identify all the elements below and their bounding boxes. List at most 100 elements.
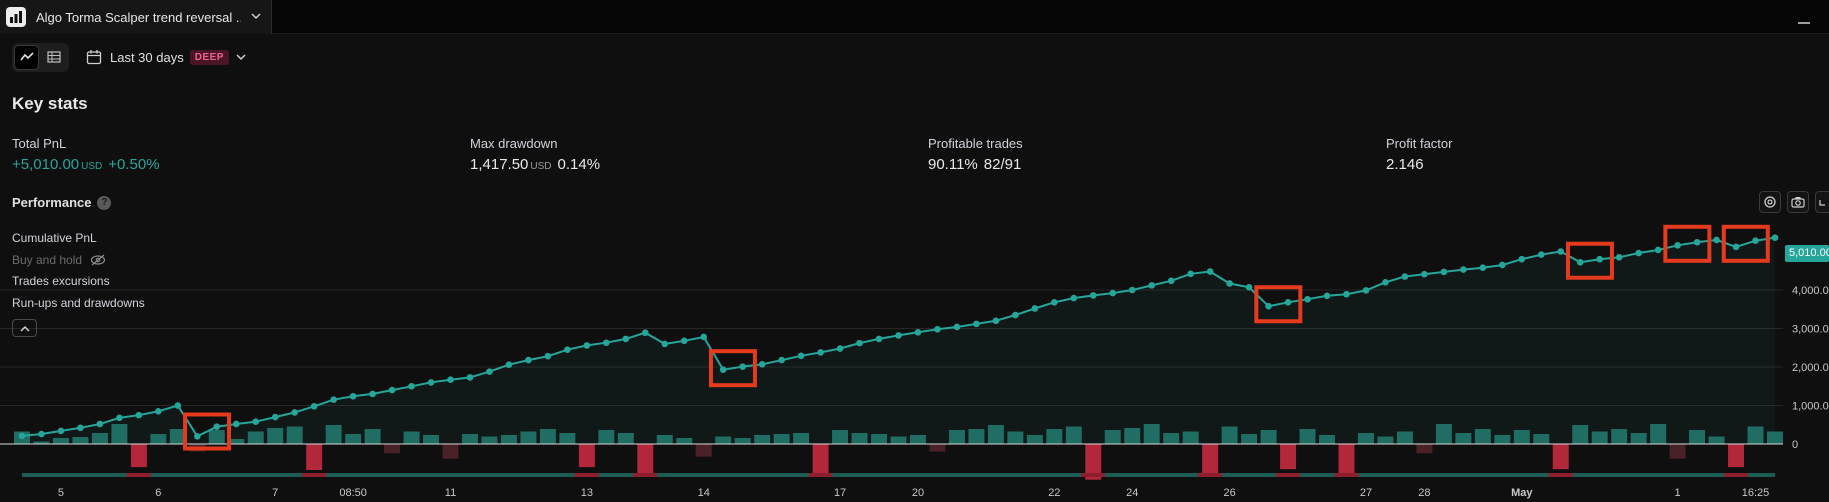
stat-label: Total PnL [12, 136, 67, 151]
strip-mark [1081, 473, 1106, 477]
x-tick-label: 6 [155, 487, 161, 499]
trade-excursions-strip [22, 473, 1775, 477]
pnl-point [1401, 273, 1409, 280]
pnl-point [992, 317, 1000, 325]
pnl-point [1343, 290, 1350, 298]
trade-bar-positive [1241, 434, 1258, 444]
legend-runups-drawdowns[interactable]: Run-ups and drawdowns [12, 293, 145, 315]
pnl-point [1051, 299, 1058, 306]
stat-max-drawdown: Max drawdown 1,417.50 USD 0.14% [470, 136, 600, 173]
pnl-point [564, 346, 571, 353]
trade-bar-positive [1143, 424, 1160, 444]
pnl-point [1167, 277, 1175, 285]
pnl-point [895, 332, 902, 339]
screenshot-button[interactable] [1787, 191, 1809, 213]
trade-bar-negative [637, 444, 654, 476]
gear-icon [1764, 196, 1776, 208]
collapse-legend-button[interactable] [12, 319, 37, 337]
chevron-down-icon [236, 54, 246, 61]
x-tick-label: 16:25 [1742, 487, 1770, 499]
trade-bar-positive [1747, 426, 1764, 444]
pnl-point [1460, 266, 1467, 273]
trade-bar-positive [1221, 426, 1238, 444]
trade-bar-positive [1513, 430, 1530, 444]
eye-off-icon[interactable] [90, 254, 106, 266]
strategy-tab[interactable]: Algo Torma Scalper trend reversal ... [0, 0, 272, 34]
trade-bar-positive [500, 435, 517, 444]
trade-bar-positive [773, 434, 790, 444]
view-toggle [12, 42, 69, 72]
trade-bar-positive [520, 431, 537, 444]
chevron-down-icon[interactable] [251, 12, 261, 20]
pnl-point [1382, 279, 1389, 286]
pnl-point [973, 320, 980, 328]
tab-title: Algo Torma Scalper trend reversal ... [36, 9, 241, 25]
pnl-point [1615, 253, 1623, 261]
pnl-point [817, 349, 824, 356]
trade-bar-positive [1767, 431, 1783, 444]
trade-bar-negative [695, 444, 712, 457]
trade-bar-positive [345, 434, 362, 444]
trade-bar-positive [968, 429, 985, 444]
pnl-point [369, 390, 376, 398]
trade-bar-positive [325, 425, 342, 444]
pnl-point [700, 333, 708, 341]
pnl-point [1128, 286, 1136, 294]
table-view-button[interactable] [41, 45, 66, 70]
legend-trades-excursions[interactable]: Trades excursions [12, 271, 145, 293]
pnl-point [271, 413, 279, 421]
trade-bar-positive [1377, 436, 1394, 444]
date-range-label: Last 30 days [110, 49, 184, 65]
chart-view-button[interactable] [14, 44, 39, 70]
x-tick-label: 11 [445, 487, 456, 499]
pnl-point [77, 424, 84, 432]
trade-bar-positive [676, 438, 693, 444]
trade-bar-positive [150, 434, 167, 444]
trade-bar-negative [1338, 444, 1355, 477]
expand-button[interactable] [1815, 191, 1829, 213]
stat-profitable-trades: Profitable trades 90.11% 82/91 [928, 136, 1023, 173]
legend-buy-and-hold[interactable]: Buy and hold [12, 250, 145, 272]
pnl-point [914, 329, 922, 336]
stat-profit-factor: Profit factor 2.146 [1386, 136, 1452, 173]
stat-label: Profitable trades [928, 136, 1023, 151]
pnl-point [18, 432, 26, 440]
pnl-point [174, 402, 182, 409]
pnl-point [1596, 255, 1603, 263]
trade-bar-positive [1435, 424, 1452, 444]
legend-cumulative-pnl[interactable]: Cumulative PnL [12, 228, 145, 250]
pnl-point [797, 352, 805, 360]
pnl-point [1674, 242, 1681, 249]
strip-mark [302, 473, 327, 477]
performance-chart: 0 1,000.00 2,000.00 3,000.00 4,000.00 5 6 7 08:… [0, 215, 1829, 499]
pnl-point [1070, 294, 1078, 302]
trade-bar-positive [1260, 430, 1277, 444]
chevron-up-icon [19, 325, 30, 332]
trade-bar-positive [1455, 433, 1472, 444]
trade-bar-positive [1124, 428, 1141, 444]
trade-bar-positive [247, 431, 264, 444]
date-range-selector[interactable]: Last 30 days DEEP [86, 49, 246, 65]
stat-total-pnl: Total PnL +5,010.00 USD +0.50% [12, 136, 160, 173]
trade-bar-negative [306, 444, 323, 471]
trade-bar-positive [1650, 424, 1667, 444]
trade-bar-positive [286, 426, 303, 444]
trade-bar-positive [1065, 426, 1082, 444]
pnl-point [310, 402, 318, 410]
pnl-point [934, 325, 941, 333]
minimize-icon[interactable] [1797, 14, 1811, 28]
deep-badge: DEEP [189, 49, 229, 65]
trade-bar-negative [130, 444, 147, 468]
trade-bar-negative [929, 444, 946, 452]
trade-bar-positive [948, 430, 965, 444]
help-icon[interactable]: ? [97, 195, 112, 210]
trade-bar-positive [1104, 430, 1121, 444]
legend-buy-and-hold-label: Buy and hold [12, 252, 83, 267]
pnl-point [116, 414, 123, 422]
profit-factor-value: 2.146 [1386, 156, 1424, 173]
x-tick-label: 20 [912, 487, 924, 499]
y-tick-label: 0 [1792, 439, 1798, 451]
settings-button[interactable] [1759, 191, 1781, 213]
trade-bar-positive [1708, 436, 1725, 444]
stat-value: 90.11% 82/91 [928, 156, 1023, 173]
